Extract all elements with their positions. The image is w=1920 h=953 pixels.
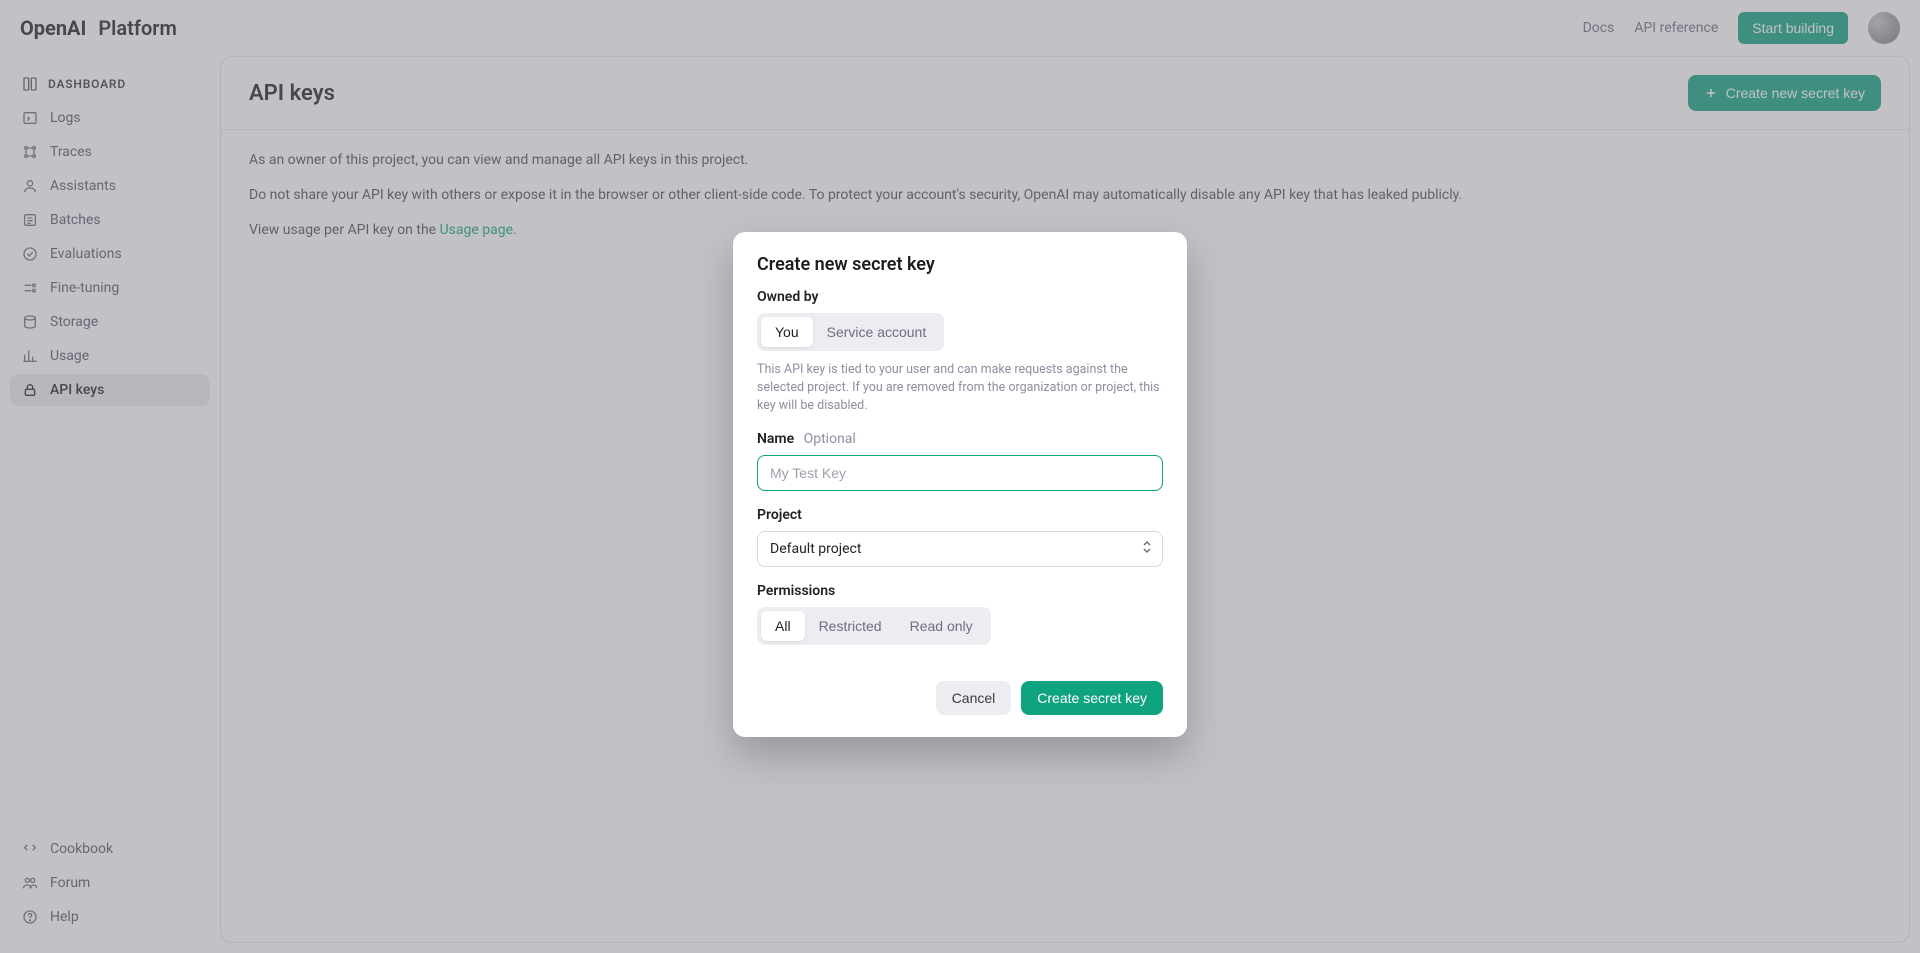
project-select[interactable]: Default project	[757, 531, 1163, 567]
permissions-segmented-control: All Restricted Read only	[757, 607, 991, 645]
owned-by-service-account-option[interactable]: Service account	[813, 317, 941, 347]
name-label: Name Optional	[757, 431, 1163, 447]
permissions-restricted-option[interactable]: Restricted	[805, 611, 896, 641]
permissions-all-option[interactable]: All	[761, 611, 805, 641]
create-secret-key-modal: Create new secret key Owned by You Servi…	[733, 232, 1187, 737]
create-secret-key-submit-button[interactable]: Create secret key	[1021, 681, 1163, 715]
key-name-input[interactable]	[757, 455, 1163, 491]
name-optional-hint: Optional	[804, 431, 856, 447]
project-label: Project	[757, 507, 1163, 523]
permissions-readonly-option[interactable]: Read only	[896, 611, 987, 641]
owned-by-segmented-control: You Service account	[757, 313, 944, 351]
permissions-label: Permissions	[757, 583, 1163, 599]
modal-title: Create new secret key	[757, 254, 1163, 275]
owned-by-help-text: This API key is tied to your user and ca…	[757, 361, 1163, 415]
owned-by-you-option[interactable]: You	[761, 317, 813, 347]
name-label-text: Name	[757, 431, 794, 447]
cancel-button[interactable]: Cancel	[936, 681, 1012, 715]
owned-by-label: Owned by	[757, 289, 1163, 305]
